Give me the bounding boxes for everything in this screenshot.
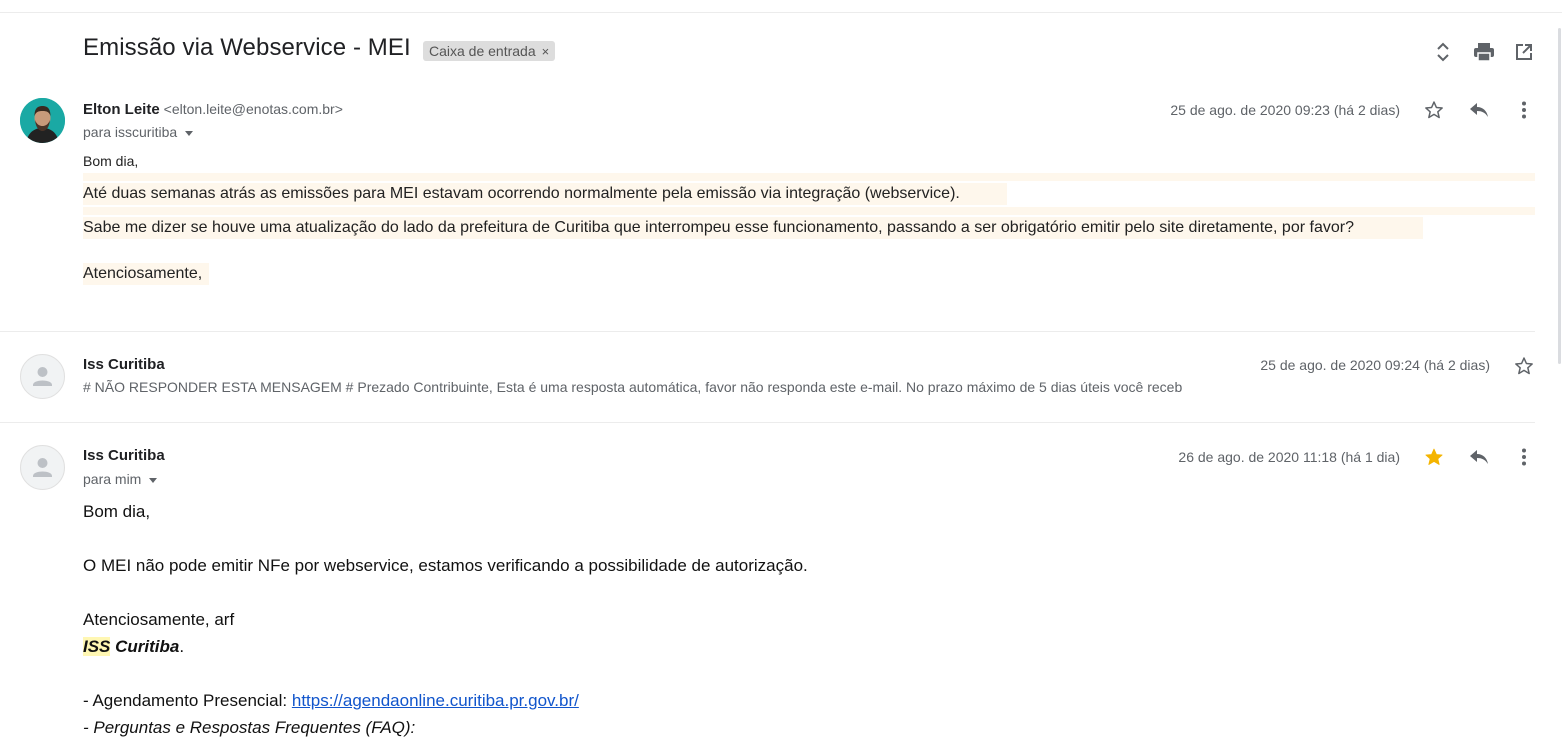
recipients-toggle[interactable]: para isscuritiba bbox=[83, 124, 194, 140]
star-icon[interactable] bbox=[1422, 98, 1446, 122]
message-date: 26 de ago. de 2020 11:18 (há 1 dia) bbox=[1178, 449, 1400, 465]
more-options-icon[interactable] bbox=[1512, 445, 1536, 469]
scrollbar[interactable] bbox=[1556, 13, 1562, 738]
recipients-text: para mim bbox=[83, 471, 142, 487]
remove-label-icon[interactable]: × bbox=[542, 44, 550, 59]
reply-icon[interactable] bbox=[1467, 445, 1491, 469]
message-date: 25 de ago. de 2020 09:24 (há 2 dias) bbox=[1260, 357, 1490, 373]
avatar[interactable] bbox=[20, 445, 65, 490]
body-paragraph: Até duas semanas atrás as emissões para … bbox=[83, 185, 960, 202]
avatar[interactable] bbox=[20, 354, 65, 399]
sender-name[interactable]: Iss Curitiba bbox=[83, 356, 165, 373]
body-signoff: Atenciosamente, arf bbox=[83, 610, 235, 629]
schedule-link[interactable]: https://agendaonline.curitiba.pr.gov.br/ bbox=[292, 691, 579, 710]
signature-iss: ISS bbox=[83, 637, 111, 656]
body-greeting: Bom dia, bbox=[83, 502, 151, 521]
thread-subject: Emissão via Webservice - MEI bbox=[83, 34, 411, 61]
sender-email: <elton.leite@enotas.com.br> bbox=[163, 101, 343, 117]
message-date: 25 de ago. de 2020 09:23 (há 2 dias) bbox=[1170, 102, 1400, 118]
body-paragraph: O MEI não pode emitir NFe por webservice… bbox=[83, 556, 808, 575]
star-icon-filled[interactable] bbox=[1422, 445, 1446, 469]
message-divider bbox=[0, 422, 1535, 423]
chevron-down-icon[interactable] bbox=[185, 130, 194, 136]
print-icon[interactable] bbox=[1472, 40, 1496, 64]
schedule-line: - Agendamento Presencial: https://agenda… bbox=[83, 691, 579, 711]
expand-all-icon[interactable] bbox=[1431, 40, 1455, 64]
star-icon[interactable] bbox=[1512, 354, 1536, 378]
faq-line: - Perguntas e Respostas Frequentes (FAQ)… bbox=[83, 718, 416, 737]
schedule-label: - Agendamento Presencial: bbox=[83, 691, 292, 710]
sender-name[interactable]: Iss Curitiba bbox=[83, 447, 165, 464]
message-divider bbox=[0, 331, 1535, 332]
top-divider bbox=[0, 12, 1562, 13]
inbox-label-chip[interactable]: Caixa de entrada × bbox=[423, 41, 556, 61]
body-greeting: Bom dia, bbox=[83, 153, 139, 169]
avatar[interactable] bbox=[20, 98, 65, 143]
more-options-icon[interactable] bbox=[1512, 98, 1536, 122]
quote-highlight bbox=[83, 207, 1535, 215]
recipients-text: para isscuritiba bbox=[83, 124, 178, 140]
quote-highlight bbox=[83, 173, 1535, 181]
signature-line: ISS Curitiba. bbox=[83, 637, 184, 657]
body-signoff: Atenciosamente, bbox=[83, 265, 203, 282]
signature-city: Curitiba bbox=[115, 637, 180, 656]
reply-icon[interactable] bbox=[1467, 98, 1491, 122]
scrollbar-thumb[interactable] bbox=[1558, 28, 1561, 364]
signature-dot: . bbox=[179, 637, 185, 656]
body-paragraph: Sabe me dizer se houve uma atualização d… bbox=[83, 219, 1354, 236]
recipients-toggle[interactable]: para mim bbox=[83, 471, 158, 487]
chevron-down-icon[interactable] bbox=[149, 477, 158, 483]
sender-name[interactable]: Elton Leite <elton.leite@enotas.com.br> bbox=[83, 101, 343, 118]
open-in-new-window-icon[interactable] bbox=[1512, 40, 1536, 64]
message-snippet[interactable]: # NÃO RESPONDER ESTA MENSAGEM # Prezado … bbox=[83, 379, 1283, 395]
label-text: Caixa de entrada bbox=[429, 43, 536, 59]
